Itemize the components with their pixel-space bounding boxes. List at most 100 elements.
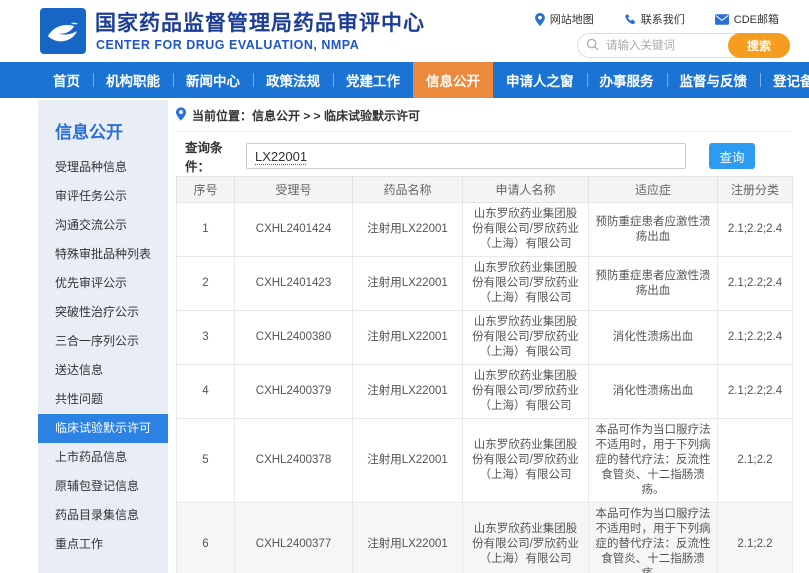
cell-indication: 消化性溃疡出血 bbox=[589, 365, 718, 419]
main-nav: 首页机构职能新闻中心政策法规党建工作信息公开申请人之窗办事服务监督与反馈登记备案… bbox=[0, 62, 809, 98]
nav-item-党建工作[interactable]: 党建工作 bbox=[333, 62, 413, 98]
sidebar-item-受理品种信息[interactable]: 受理品种信息 bbox=[38, 153, 168, 182]
site-subtitle: CENTER FOR DRUG EVALUATION, NMPA bbox=[96, 38, 359, 52]
sidebar-item-优先审评公示[interactable]: 优先审评公示 bbox=[38, 269, 168, 298]
sidebar-item-送达信息[interactable]: 送达信息 bbox=[38, 356, 168, 385]
table-header-row: 序号受理号药品名称申请人名称适应症注册分类 bbox=[177, 177, 793, 203]
mailbox-link[interactable]: CDE邮箱 bbox=[715, 11, 779, 27]
search-icon bbox=[586, 38, 599, 56]
cell-acceptance-no: CXHL2401424 bbox=[235, 203, 353, 257]
cell-drug-name: 注射用LX22001 bbox=[353, 257, 463, 311]
location-pin-icon bbox=[176, 107, 186, 124]
table-row[interactable]: 3CXHL2400380注射用LX22001山东罗欣药业集团股份有限公司/罗欣药… bbox=[177, 311, 793, 365]
cell-indication: 本品可作为当口服疗法不适用时，用于下列病症的替代疗法：反流性食管炎、十二指肠溃疡… bbox=[589, 503, 718, 573]
sidebar-list: 受理品种信息审评任务公示沟通交流公示特殊审批品种列表优先审评公示突破性治疗公示三… bbox=[38, 153, 168, 559]
cell-acceptance-no: CXHL2400379 bbox=[235, 365, 353, 419]
sidebar-item-共性问题[interactable]: 共性问题 bbox=[38, 385, 168, 414]
cell-no: 2 bbox=[177, 257, 235, 311]
phone-icon bbox=[624, 13, 636, 25]
column-header-受理号: 受理号 bbox=[235, 177, 353, 203]
nav-item-申请人之窗[interactable]: 申请人之窗 bbox=[493, 62, 587, 98]
sidebar-item-重点工作[interactable]: 重点工作 bbox=[38, 530, 168, 559]
mail-icon bbox=[715, 14, 729, 25]
cell-category: 2.1;2.2;2.4 bbox=[718, 365, 793, 419]
sidebar-item-上市药品信息[interactable]: 上市药品信息 bbox=[38, 443, 168, 472]
column-header-注册分类: 注册分类 bbox=[718, 177, 793, 203]
results-table: 序号受理号药品名称申请人名称适应症注册分类 1CXHL2401424注射用LX2… bbox=[176, 176, 793, 573]
nav-item-机构职能[interactable]: 机构职能 bbox=[93, 62, 173, 98]
sitemap-link[interactable]: 网站地图 bbox=[535, 11, 594, 27]
sidebar-item-药品目录集信息[interactable]: 药品目录集信息 bbox=[38, 501, 168, 530]
sidebar-item-审评任务公示[interactable]: 审评任务公示 bbox=[38, 182, 168, 211]
sidebar-item-原辅包登记信息[interactable]: 原辅包登记信息 bbox=[38, 472, 168, 501]
nav-item-办事服务[interactable]: 办事服务 bbox=[587, 62, 667, 98]
breadcrumb: 当前位置：信息公开 > > 临床试验默示许可 bbox=[176, 100, 792, 132]
cell-no: 4 bbox=[177, 365, 235, 419]
nav-item-信息公开[interactable]: 信息公开 bbox=[413, 62, 493, 98]
site-title: 国家药品监督管理局药品审评中心 bbox=[95, 7, 425, 37]
cell-drug-name: 注射用LX22001 bbox=[353, 503, 463, 573]
nav-item-登记备案平台[interactable]: 登记备案平台 bbox=[760, 62, 809, 98]
cell-no: 5 bbox=[177, 419, 235, 503]
column-header-药品名称: 药品名称 bbox=[353, 177, 463, 203]
site-search: 搜索 bbox=[577, 33, 790, 58]
query-label: 查询条件： bbox=[185, 137, 246, 175]
column-header-适应症: 适应症 bbox=[589, 177, 718, 203]
cell-acceptance-no: CXHL2401423 bbox=[235, 257, 353, 311]
column-header-申请人名称: 申请人名称 bbox=[463, 177, 589, 203]
cde-logo bbox=[40, 8, 86, 54]
cell-category: 2.1;2.2;2.4 bbox=[718, 203, 793, 257]
query-row: 查询条件： LX22001 查询 bbox=[176, 143, 792, 169]
map-pin-icon bbox=[535, 13, 545, 26]
cell-acceptance-no: CXHL2400378 bbox=[235, 419, 353, 503]
cell-category: 2.1;2.2;2.4 bbox=[718, 311, 793, 365]
cell-drug-name: 注射用LX22001 bbox=[353, 419, 463, 503]
cell-applicant: 山东罗欣药业集团股份有限公司/罗欣药业（上海）有限公司 bbox=[463, 365, 589, 419]
query-value: LX22001 bbox=[255, 149, 307, 164]
table-body: 1CXHL2401424注射用LX22001山东罗欣药业集团股份有限公司/罗欣药… bbox=[177, 203, 793, 573]
cell-indication: 消化性溃疡出血 bbox=[589, 311, 718, 365]
nav-item-政策法规[interactable]: 政策法规 bbox=[253, 62, 333, 98]
cell-applicant: 山东罗欣药业集团股份有限公司/罗欣药业（上海）有限公司 bbox=[463, 503, 589, 573]
table-row[interactable]: 2CXHL2401423注射用LX22001山东罗欣药业集团股份有限公司/罗欣药… bbox=[177, 257, 793, 311]
cell-no: 1 bbox=[177, 203, 235, 257]
sidebar-item-突破性治疗公示[interactable]: 突破性治疗公示 bbox=[38, 298, 168, 327]
sidebar-item-沟通交流公示[interactable]: 沟通交流公示 bbox=[38, 211, 168, 240]
search-button[interactable]: 搜索 bbox=[728, 33, 790, 58]
sidebar-item-特殊审批品种列表[interactable]: 特殊审批品种列表 bbox=[38, 240, 168, 269]
query-input[interactable]: LX22001 bbox=[246, 143, 686, 169]
sidebar-title: 信息公开 bbox=[38, 100, 168, 153]
cell-category: 2.1;2.2 bbox=[718, 419, 793, 503]
cell-indication: 预防重症患者应激性溃疡出血 bbox=[589, 257, 718, 311]
quick-links: 网站地图 联系我们 CDE邮箱 bbox=[535, 11, 779, 27]
cell-no: 3 bbox=[177, 311, 235, 365]
cell-applicant: 山东罗欣药业集团股份有限公司/罗欣药业（上海）有限公司 bbox=[463, 311, 589, 365]
cell-acceptance-no: CXHL2400380 bbox=[235, 311, 353, 365]
nav-item-首页[interactable]: 首页 bbox=[40, 62, 93, 98]
column-header-序号: 序号 bbox=[177, 177, 235, 203]
query-button[interactable]: 查询 bbox=[709, 143, 755, 169]
cell-drug-name: 注射用LX22001 bbox=[353, 365, 463, 419]
table-row[interactable]: 1CXHL2401424注射用LX22001山东罗欣药业集团股份有限公司/罗欣药… bbox=[177, 203, 793, 257]
sidebar-item-三合一序列公示[interactable]: 三合一序列公示 bbox=[38, 327, 168, 356]
cde-page: 国家药品监督管理局药品审评中心 CENTER FOR DRUG EVALUATI… bbox=[0, 0, 809, 573]
cell-category: 2.1;2.2;2.4 bbox=[718, 257, 793, 311]
breadcrumb-text: 当前位置：信息公开 > > 临床试验默示许可 bbox=[192, 107, 420, 124]
cell-applicant: 山东罗欣药业集团股份有限公司/罗欣药业（上海）有限公司 bbox=[463, 203, 589, 257]
contact-link[interactable]: 联系我们 bbox=[624, 11, 685, 27]
table-row[interactable]: 5CXHL2400378注射用LX22001山东罗欣药业集团股份有限公司/罗欣药… bbox=[177, 419, 793, 503]
sidebar-item-临床试验默示许可[interactable]: 临床试验默示许可 bbox=[38, 414, 168, 443]
cell-drug-name: 注射用LX22001 bbox=[353, 311, 463, 365]
table-row[interactable]: 6CXHL2400377注射用LX22001山东罗欣药业集团股份有限公司/罗欣药… bbox=[177, 503, 793, 573]
nav-item-监督与反馈[interactable]: 监督与反馈 bbox=[667, 62, 761, 98]
table-row[interactable]: 4CXHL2400379注射用LX22001山东罗欣药业集团股份有限公司/罗欣药… bbox=[177, 365, 793, 419]
nav-item-新闻中心[interactable]: 新闻中心 bbox=[173, 62, 253, 98]
cell-category: 2.1;2.2 bbox=[718, 503, 793, 573]
main-content: 当前位置：信息公开 > > 临床试验默示许可 查询条件： LX22001 查询 … bbox=[176, 100, 792, 573]
cell-indication: 预防重症患者应激性溃疡出血 bbox=[589, 203, 718, 257]
cell-drug-name: 注射用LX22001 bbox=[353, 203, 463, 257]
cell-no: 6 bbox=[177, 503, 235, 573]
cell-applicant: 山东罗欣药业集团股份有限公司/罗欣药业（上海）有限公司 bbox=[463, 419, 589, 503]
main-nav-list: 首页机构职能新闻中心政策法规党建工作信息公开申请人之窗办事服务监督与反馈登记备案… bbox=[0, 62, 809, 98]
cell-indication: 本品可作为当口服疗法不适用时，用于下列病症的替代疗法：反流性食管炎、十二指肠溃疡… bbox=[589, 419, 718, 503]
